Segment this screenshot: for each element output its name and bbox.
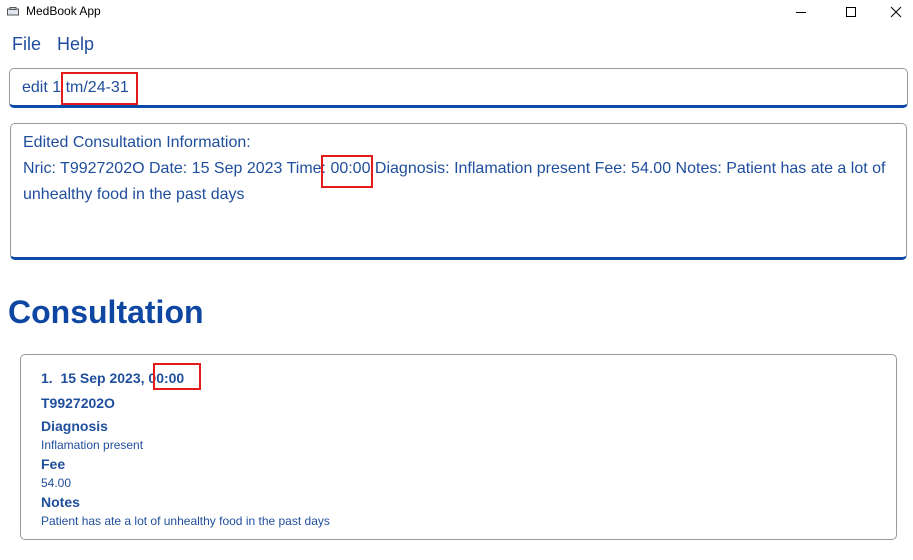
- consultation-card[interactable]: 1. 15 Sep 2023, 00:00 T9927202O Diagnosi…: [20, 354, 897, 540]
- maximize-icon: [846, 7, 856, 17]
- app-icon: [7, 7, 19, 16]
- command-box[interactable]: edit 1 tm/24-31: [9, 68, 908, 108]
- minimize-icon: [796, 12, 806, 13]
- highlight-box-command: [61, 72, 138, 105]
- fee-label: Fee: [41, 456, 66, 472]
- result-display: Edited Consultation Information: Nric: T…: [10, 123, 907, 260]
- diagnosis-value: Inflamation present: [41, 438, 144, 452]
- notes-label: Notes: [41, 494, 80, 510]
- notes-value: Patient has ate a lot of unhealthy food …: [41, 514, 330, 528]
- minimize-button[interactable]: [778, 0, 824, 24]
- window-title: MedBook App: [26, 4, 101, 18]
- menu-help[interactable]: Help: [57, 34, 94, 55]
- result-details: Nric: T9927202O Date: 15 Sep 2023 Time: …: [23, 160, 886, 177]
- result-heading: Edited Consultation Information:: [23, 134, 251, 151]
- diagnosis-label: Diagnosis: [41, 418, 108, 434]
- maximize-button[interactable]: [828, 0, 874, 24]
- menu-file[interactable]: File: [12, 34, 41, 55]
- result-details-continued: unhealthy food in the past days: [23, 186, 245, 203]
- consultation-nric: T9927202O: [41, 395, 115, 411]
- section-title: Consultation: [8, 294, 204, 330]
- highlight-box-card-time: [153, 363, 201, 390]
- close-icon: [890, 6, 902, 18]
- menu-bar: File Help: [0, 32, 913, 58]
- highlight-box-result-time: [321, 155, 373, 188]
- close-button[interactable]: [873, 0, 913, 24]
- fee-value: 54.00: [41, 476, 72, 490]
- title-bar: MedBook App: [0, 0, 913, 24]
